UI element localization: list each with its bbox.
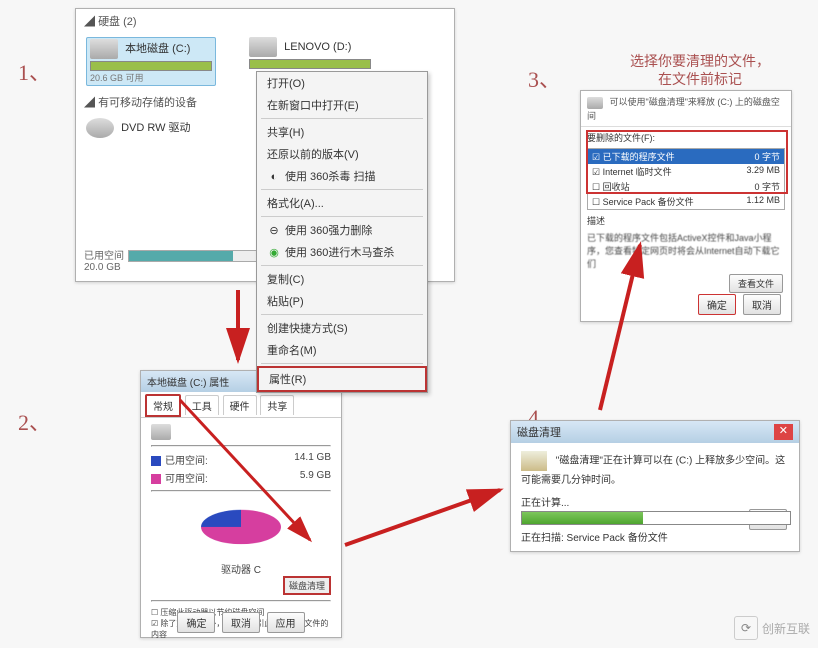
caption-line2: 在文件前标记 (658, 71, 742, 87)
highlight-box-filelist (586, 130, 788, 194)
free-label: 可用空间: (165, 474, 208, 485)
close-icon[interactable]: ✕ (774, 424, 793, 440)
ok-button[interactable]: 确定 (698, 294, 736, 315)
progress-titlebar: 磁盘清理✕ (511, 421, 799, 443)
drive-c-sub: 20.6 GB 可用 (90, 73, 144, 83)
cleanup-progress-dialog: 磁盘清理✕ "磁盘清理"正在计算可以在 (C:) 上释放多少空间。这可能需要几分… (510, 420, 800, 552)
menu-copy[interactable]: 复制(C) (257, 268, 427, 290)
explorer-window: ◢ 硬盘 (2) 本地磁盘 (C:) 20.6 GB 可用 LENOVO (D:… (75, 8, 455, 282)
step-1-label: 1、 (18, 55, 51, 87)
drives-section-header: ◢ 硬盘 (2) (76, 9, 454, 33)
drive-c-label: 本地磁盘 (C:) (125, 43, 190, 55)
menu-360-delete[interactable]: ⊖使用 360强力删除 (257, 219, 427, 241)
delete-icon: ⊖ (267, 224, 281, 237)
drive-c[interactable]: 本地磁盘 (C:) 20.6 GB 可用 (86, 37, 216, 86)
progress-bar (521, 511, 791, 525)
broom-icon (587, 97, 603, 109)
menu-open-new[interactable]: 在新窗口中打开(E) (257, 94, 427, 116)
menu-shortcut[interactable]: 创建快捷方式(S) (257, 317, 427, 339)
broom-icon (521, 451, 547, 471)
menu-paste[interactable]: 粘贴(P) (257, 290, 427, 312)
menu-restore[interactable]: 还原以前的版本(V) (257, 143, 427, 165)
cleanup-selection-dialog: 可以使用"磁盘清理"来释放 (C:) 上的磁盘空间 要删除的文件(F): ☑ 已… (580, 90, 792, 322)
menu-open[interactable]: 打开(O) (257, 72, 427, 94)
tab-share[interactable]: 共享 (260, 395, 294, 415)
ok-button[interactable]: 确定 (177, 612, 215, 633)
caption-line1: 选择你要清理的文件， (630, 53, 770, 69)
watermark-logo-icon: ⟳ (734, 616, 758, 640)
progress-text: "磁盘清理"正在计算可以在 (C:) 上释放多少空间。这可能需要几分钟时间。 (521, 456, 785, 486)
tab-tools[interactable]: 工具 (185, 395, 219, 415)
step-3-label: 3、 (528, 62, 561, 94)
used-label: 已用空间: (165, 456, 208, 467)
hdd-icon (90, 39, 118, 59)
disk-usage-pie (201, 510, 281, 544)
tab-general[interactable]: 常规 (145, 394, 181, 417)
menu-360-trojan[interactable]: ◉使用 360进行木马查杀 (257, 241, 427, 263)
menu-360-scan[interactable]: ◐使用 360杀毒 扫描 (257, 165, 427, 187)
context-menu: 打开(O) 在新窗口中打开(E) 共享(H) 还原以前的版本(V) ◐使用 36… (256, 71, 428, 393)
drive-letter-label: 驱动器 C (151, 561, 331, 576)
drive-d-label: LENOVO (D:) (284, 41, 351, 53)
file-description: 已下载的程序文件包括ActiveX控件和Java小程序，您查看特定网页时将会从I… (587, 231, 785, 270)
view-files-button[interactable]: 查看文件 (729, 274, 783, 293)
hdd-icon (151, 424, 171, 440)
dvd-drive[interactable]: DVD RW 驱动 (86, 118, 191, 138)
dvd-icon (86, 118, 114, 138)
cancel-button[interactable]: 取消 (222, 612, 260, 633)
hdd-icon (249, 37, 277, 57)
apply-button[interactable]: 应用 (267, 612, 305, 633)
computing-label: 正在计算... (521, 494, 789, 509)
cancel-button[interactable]: 取消 (743, 294, 781, 315)
dvd-label: DVD RW 驱动 (121, 122, 190, 134)
step-3-caption: 选择你要清理的文件， 在文件前标记 (595, 52, 805, 88)
tab-hardware[interactable]: 硬件 (223, 395, 257, 415)
menu-share[interactable]: 共享(H) (257, 121, 427, 143)
menu-format[interactable]: 格式化(A)... (257, 192, 427, 214)
watermark: ⟳ 创新互联 (734, 616, 810, 640)
properties-dialog: 本地磁盘 (C:) 属性✕ 常规 工具 硬件 共享 已用空间: 14.1 GB … (140, 370, 342, 638)
drive-d[interactable]: LENOVO (D:) (249, 37, 371, 69)
watermark-text: 创新互联 (762, 620, 810, 637)
scanning-label: 正在扫描: Service Pack 备份文件 (521, 529, 789, 544)
shield-icon: ◐ (267, 171, 281, 183)
menu-properties[interactable]: 属性(R) (257, 366, 427, 392)
file-row-4[interactable]: ☐ Service Pack 备份文件1.12 MB (588, 194, 784, 209)
free-value: 5.9 GB (300, 470, 331, 481)
menu-rename[interactable]: 重命名(M) (257, 339, 427, 361)
bug-icon: ◉ (267, 246, 281, 259)
desc-label: 描述 (587, 214, 785, 227)
used-value: 14.1 GB (294, 452, 331, 463)
step-2-label: 2、 (18, 405, 51, 437)
disk-cleanup-button[interactable]: 磁盘清理 (283, 576, 331, 595)
cleanup-header: 可以使用"磁盘清理"来释放 (C:) 上的磁盘空间 (581, 91, 791, 127)
